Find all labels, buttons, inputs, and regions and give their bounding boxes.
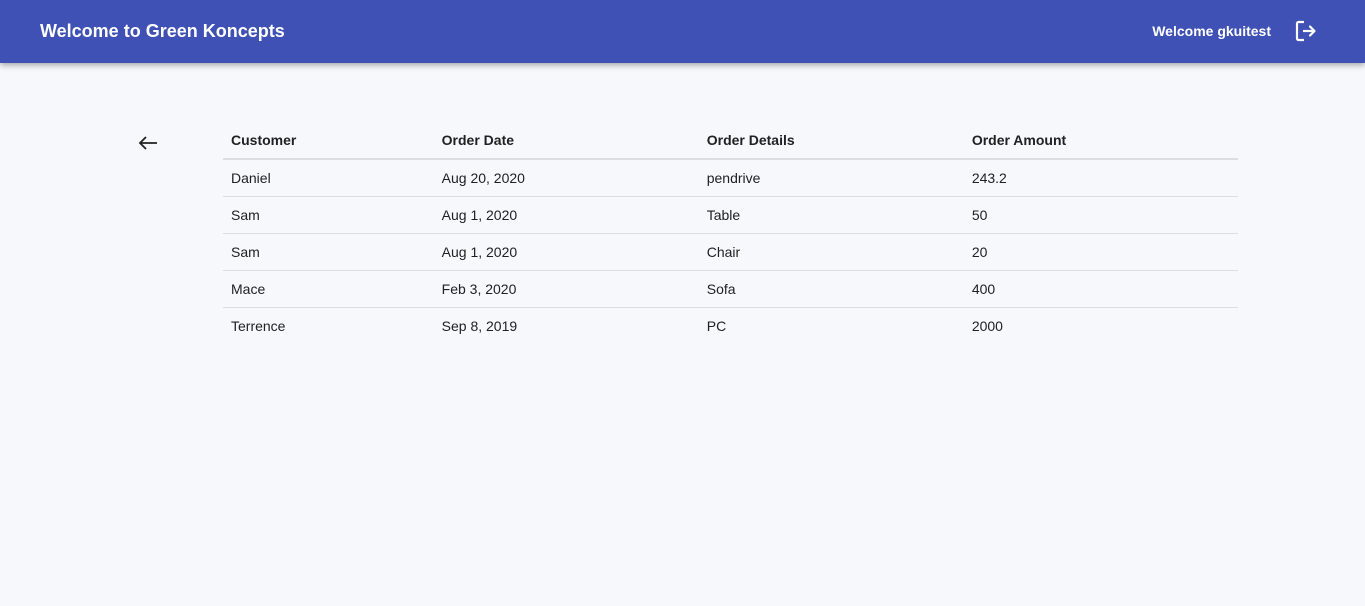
cell-customer: Sam bbox=[223, 196, 434, 234]
cell-order-amount: 20 bbox=[963, 233, 1238, 271]
cell-order-details: pendrive bbox=[698, 159, 964, 197]
cell-order-details: Table bbox=[698, 196, 964, 234]
cell-customer: Mace bbox=[223, 270, 434, 308]
cell-order-amount: 50 bbox=[963, 196, 1238, 234]
cell-order-amount: 243.2 bbox=[963, 159, 1238, 197]
table-row[interactable]: Sam Aug 1, 2020 Table 50 bbox=[223, 196, 1238, 234]
column-header-order-amount[interactable]: Order Amount bbox=[963, 122, 1238, 160]
cell-order-details: PC bbox=[706, 318, 727, 334]
column-header-order-details[interactable]: Order Details bbox=[698, 122, 964, 160]
column-header-customer[interactable]: Customer bbox=[223, 122, 434, 160]
cell-customer: Sam bbox=[223, 233, 434, 271]
column-header-order-date[interactable]: Order Date bbox=[433, 122, 699, 160]
cell-customer: Daniel bbox=[223, 159, 434, 197]
arrow-left-icon bbox=[138, 136, 157, 150]
table-row[interactable]: Terrence Sep 8, 2019 PC 2000 bbox=[223, 308, 1238, 345]
cell-order-details: Sofa bbox=[698, 270, 964, 308]
welcome-user-text: Welcome gkuitest bbox=[1152, 23, 1271, 39]
cell-customer: Terrence bbox=[231, 318, 286, 334]
cell-order-amount: 2000 bbox=[971, 318, 1003, 334]
app-title: Welcome to Green Koncepts bbox=[40, 21, 285, 41]
table-row[interactable]: Daniel Aug 20, 2020 pendrive 243.2 bbox=[223, 159, 1238, 197]
cell-order-date: Aug 20, 2020 bbox=[433, 159, 699, 197]
cell-order-details: Chair bbox=[698, 233, 964, 271]
table-row[interactable]: Mace Feb 3, 2020 Sofa 400 bbox=[223, 270, 1238, 308]
cell-order-date: Aug 1, 2020 bbox=[433, 233, 699, 271]
cell-order-date: Sep 8, 2019 bbox=[441, 318, 518, 334]
cell-order-date: Aug 1, 2020 bbox=[433, 196, 699, 234]
back-button[interactable] bbox=[135, 130, 161, 156]
table-row[interactable]: Sam Aug 1, 2020 Chair 20 bbox=[223, 233, 1238, 271]
orders-table: Customer Order Date Order Details Order … bbox=[223, 122, 1238, 344]
cell-order-date: Feb 3, 2020 bbox=[433, 270, 699, 308]
cell-order-amount: 400 bbox=[963, 270, 1238, 308]
logout-button[interactable] bbox=[1292, 17, 1320, 45]
logout-icon bbox=[1295, 20, 1316, 42]
table-header-row: Customer Order Date Order Details Order … bbox=[223, 122, 1238, 160]
top-app-bar: Welcome to Green Koncepts Welcome gkuite… bbox=[0, 0, 1365, 63]
